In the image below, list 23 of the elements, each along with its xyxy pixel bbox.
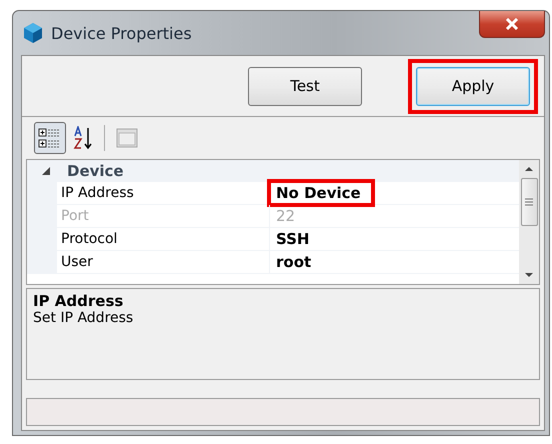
dialog-button[interactable]: Apply	[416, 66, 530, 106]
sort-icon	[73, 126, 93, 150]
property-name[interactable]: User	[57, 251, 270, 273]
scroll-down-icon[interactable]	[524, 272, 534, 278]
property-value[interactable]: root	[271, 252, 312, 272]
close-icon	[505, 18, 519, 30]
category-label: Device	[67, 162, 124, 180]
vertical-scrollbar[interactable]	[519, 160, 539, 284]
categorized-button[interactable]	[34, 122, 66, 154]
cube-icon	[23, 22, 43, 44]
grip-icon	[525, 198, 533, 206]
property-name[interactable]: IP Address	[57, 182, 270, 204]
description-title: IP Address	[33, 292, 124, 310]
categorized-icon	[38, 127, 62, 149]
scroll-up-icon[interactable]	[524, 166, 534, 172]
collapse-triangle-icon[interactable]	[41, 166, 51, 176]
window-title: Device Properties	[51, 24, 192, 42]
property-name[interactable]: Protocol	[57, 228, 270, 250]
property-value[interactable]: SSH	[271, 229, 310, 249]
description-text: Set IP Address	[33, 310, 134, 326]
property-pages-icon	[116, 128, 138, 148]
dialog-button[interactable]: Test	[248, 66, 362, 106]
close-button[interactable]	[479, 11, 545, 38]
